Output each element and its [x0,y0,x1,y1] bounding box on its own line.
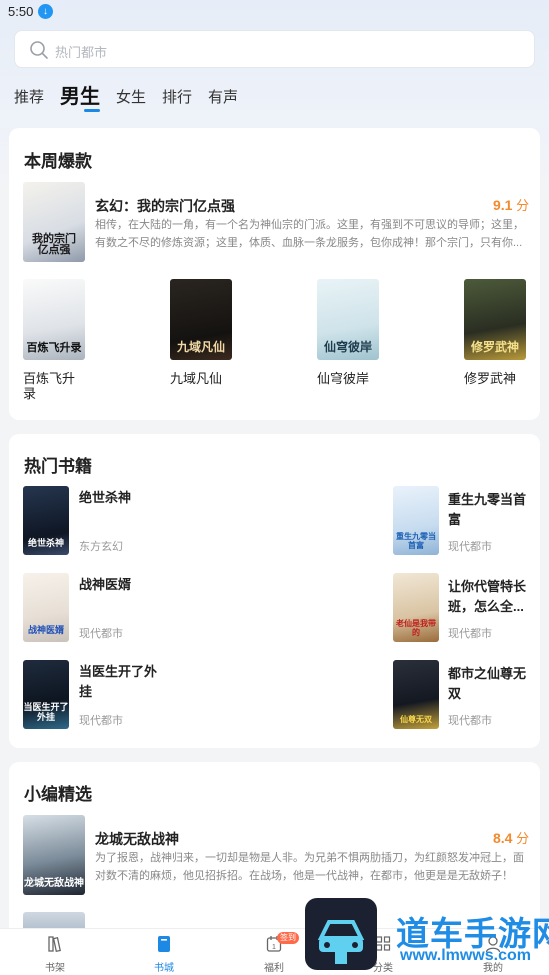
nav-label: 书城 [154,963,174,974]
tab-female[interactable]: 女生 [116,86,146,107]
book-cover: 当医生开了外挂 [23,660,69,729]
book-cover: 老仙是我带的 [393,573,439,642]
book-cover: 仙穹彼岸 [317,279,379,360]
book-title: 重生九零当首富 [448,492,527,527]
nav-label: 福利 [264,963,284,974]
book-cover: 仙尊无双 [393,660,439,729]
search-icon [30,41,48,59]
book-category: 现代都市 [448,715,492,727]
status-bar: 5:50 ↓ [0,0,549,24]
book-category: 现代都市 [79,628,123,640]
book-description: 相传，在大陆的一角，有一个名为神仙宗的门派。这里，有强到不可思议的导师；这里，有… [95,219,524,249]
book-description: 为了报恩，战神归来，一切却是物是人非。为兄弟不惧两肋插刀，为红颜怒发冲冠上，面对… [95,852,524,882]
book-cover: 百炼飞升录 [23,279,85,360]
nav-bookshelf[interactable]: 书架 [20,929,90,975]
book-title: 都市之仙尊无双 [448,666,527,701]
book-cover[interactable]: 龙城无敌战神 [23,815,85,895]
watermark-logo [305,898,377,970]
book-title: 战神医婿 [79,577,132,592]
tab-audio[interactable]: 有声 [208,86,238,107]
book-title: 仙穹彼岸 [317,371,370,386]
book-category: 现代都市 [448,628,492,640]
book-cover: 修罗武神 [464,279,526,360]
book-cover: 重生九零当首富 [393,486,439,555]
book-title: 让你代管特长班，怎么全... [448,579,527,614]
book-title[interactable]: 玄幻：我的宗门亿点强 [95,196,235,216]
checkin-badge: 签到 [277,932,299,944]
book-score: 9.1 分 [493,197,530,213]
grid-icon [375,936,391,951]
book-title: 修罗武神 [464,371,517,386]
bookshelf-icon [48,936,61,953]
book-cover[interactable]: 我的宗门亿点强 [23,182,85,262]
section-title: 本周爆款 [24,152,92,171]
book-cover: 战神医婿 [23,573,69,642]
watermark-url: www.lmwws.com [400,947,531,964]
weekly-hits-section: 本周爆款 我的宗门亿点强 玄幻：我的宗门亿点强 9.1 分 相传，在大陆的一角，… [9,128,540,420]
nav-label: 书架 [45,963,65,974]
book-title: 九域凡仙 [170,371,223,386]
book-cover: 九域凡仙 [170,279,232,360]
download-icon: ↓ [38,4,53,19]
tab-ranking[interactable]: 排行 [162,86,192,107]
book-title: 当医生开了外挂 [79,664,158,699]
search-input[interactable]: 热门都市 [14,30,535,68]
status-time: 5:50 [8,4,34,19]
search-placeholder: 热门都市 [55,45,108,60]
book-cover: 绝世杀神 [23,486,69,555]
nav-bookstore[interactable]: 书城 [129,929,199,975]
book-title[interactable]: 龙城无敌战神 [95,829,179,849]
book-title: 百炼飞升录 [23,371,76,401]
nav-welfare[interactable]: 1 签到 福利 [239,929,309,975]
svg-text:1: 1 [272,944,276,951]
book-category: 东方玄幻 [79,541,123,553]
section-title: 热门书籍 [24,457,92,476]
hot-books-section: 热门书籍 绝世杀神 绝世杀神 东方玄幻 战神医婿 战神医婿 现代都市 当医生开了… [9,434,540,748]
bookstore-icon [158,936,170,952]
section-title: 小编精选 [24,785,92,804]
book-title: 绝世杀神 [79,490,132,505]
active-tab-indicator [84,109,100,112]
tab-recommend[interactable]: 推荐 [14,86,44,107]
book-category: 现代都市 [448,541,492,553]
tab-male[interactable]: 男生 [60,80,100,109]
book-score: 8.4 分 [493,830,530,846]
book-category: 现代都市 [79,715,123,727]
